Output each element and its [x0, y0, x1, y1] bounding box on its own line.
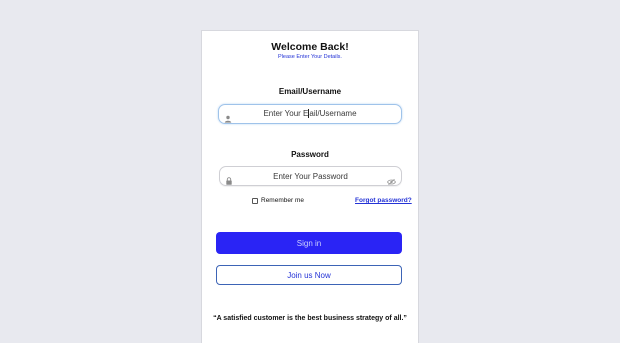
email-placeholder: Enter Your Eail/Username [263, 109, 357, 119]
eye-slash-icon[interactable] [387, 173, 396, 186]
user-icon [224, 110, 232, 123]
quote-text: “A satisfied customer is the best busine… [213, 315, 407, 322]
password-label: Password [291, 150, 329, 159]
email-field[interactable]: Enter Your Eail/Username [218, 104, 402, 124]
remember-me[interactable]: Remember me [252, 197, 304, 204]
remember-checkbox[interactable] [252, 197, 258, 204]
login-subtitle: Please Enter Your Details. [278, 54, 342, 60]
remember-label: Remember me [261, 197, 304, 204]
join-us-button[interactable]: Join us Now [216, 265, 402, 285]
email-label: Email/Username [278, 87, 342, 96]
login-title: Welcome Back! [271, 41, 349, 53]
login-card: Welcome Back! Please Enter Your Details.… [201, 30, 419, 343]
sign-in-button[interactable]: Sign in [216, 232, 402, 254]
password-field[interactable]: Enter Your Password [219, 166, 402, 186]
lock-icon [225, 172, 233, 185]
forgot-password-link[interactable]: Forgot password? [355, 197, 412, 204]
password-placeholder: Enter Your Password [273, 171, 348, 181]
